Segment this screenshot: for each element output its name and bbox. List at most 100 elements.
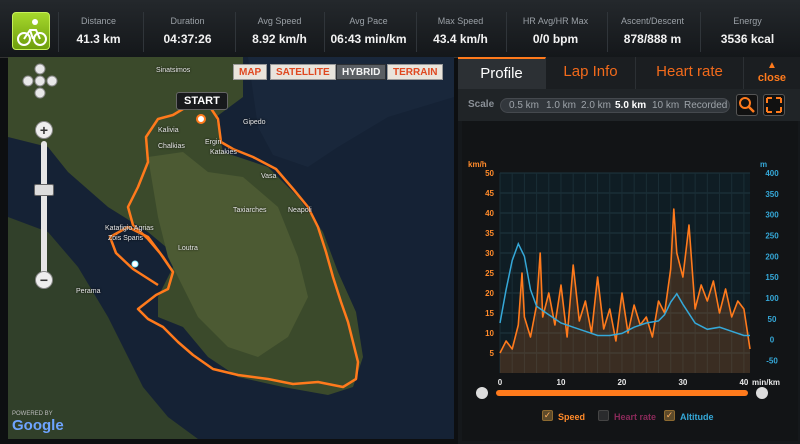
- x-unit: min/km: [752, 378, 780, 387]
- scroll-right-button: [756, 387, 768, 399]
- y-left-tick: 30: [485, 249, 494, 258]
- zoom-out-button[interactable]: −: [35, 271, 53, 289]
- y-right-tick: 400: [765, 169, 779, 178]
- place-label: Zois Sparis: [108, 235, 144, 242]
- panel-tabs: Profile Lap Info Heart rate ▲ close: [458, 57, 800, 89]
- stat-value: 878/888 m: [623, 32, 682, 46]
- y-left-tick: 10: [485, 329, 494, 338]
- zoom-in-button[interactable]: +: [35, 121, 53, 139]
- y-left-tick: 20: [485, 289, 494, 298]
- legend-heart-rate-checkbox[interactable]: ✓: [598, 410, 609, 421]
- stat-label: Duration: [170, 16, 205, 26]
- close-label: close: [757, 72, 787, 84]
- stat-label: Distance: [80, 16, 116, 26]
- y-left-tick: 45: [485, 189, 494, 198]
- x-tick: 40: [739, 378, 748, 387]
- y-right-tick: 150: [765, 273, 779, 282]
- x-tick: 10: [557, 378, 566, 387]
- stat-label: Ascent/Descent: [620, 16, 685, 26]
- place-label: Katafigio Agrias: [105, 225, 154, 232]
- place-label: Ergin: [205, 139, 222, 146]
- map-type-satellite-button[interactable]: SATELLITE: [270, 64, 336, 80]
- chart-legend: ✓ Speed ✓ Heart rate ✓ Altitude: [462, 409, 798, 427]
- scale-label: Scale: [468, 99, 495, 110]
- stat-value: 04:37:26: [163, 32, 212, 46]
- stat-value: 43.4 km/h: [433, 32, 488, 46]
- y-right-tick: 300: [765, 211, 779, 220]
- google-logo: POWERED BY Google: [12, 411, 64, 435]
- stat-value: 0/0 bpm: [532, 32, 579, 46]
- tab-lap-info[interactable]: Lap Info: [546, 57, 636, 89]
- tab-heart-rate[interactable]: Heart rate: [636, 57, 744, 89]
- legend-speed-checkbox[interactable]: ✓: [542, 410, 553, 421]
- stat-label: Avg Speed: [257, 16, 302, 26]
- profile-panel: Profile Lap Info Heart rate ▲ close Scal…: [458, 57, 800, 444]
- magnifier-icon[interactable]: [736, 94, 758, 116]
- y-left-tick: 50: [485, 169, 494, 178]
- tab-profile[interactable]: Profile: [458, 57, 546, 89]
- scroll-left-button: [476, 387, 488, 399]
- stats-bar: Distance 41.3 km Duration 04:37:26 Avg S…: [0, 0, 800, 58]
- place-label: Katakies: [210, 149, 237, 156]
- place-label: Vasa: [261, 173, 277, 180]
- google-wordmark: Google: [12, 417, 64, 434]
- stat-max-speed: Max Speed 43.4 km/h: [416, 12, 504, 52]
- stat-label: Avg Pace: [349, 16, 388, 26]
- stat-duration: Duration 04:37:26: [143, 12, 231, 52]
- stat-energy: Energy 3536 kcal: [700, 12, 794, 52]
- scale-option-2km[interactable]: 2.0 km: [581, 100, 611, 111]
- scale-option-5km[interactable]: 5.0 km: [615, 100, 646, 111]
- y-right-tick: 100: [765, 294, 779, 303]
- y-left-tick: 40: [485, 209, 494, 218]
- y-right-tick: 0: [770, 336, 775, 345]
- close-button[interactable]: ▲ close: [744, 57, 800, 89]
- scale-option-10km[interactable]: 10 km: [652, 100, 679, 111]
- zoom-slider-handle[interactable]: [34, 184, 54, 196]
- stat-distance: Distance 41.3 km: [58, 12, 138, 52]
- y-right-tick: 50: [768, 315, 777, 324]
- y-left-tick: 25: [485, 269, 494, 278]
- cycling-icon: [12, 12, 50, 50]
- profile-chart-svg: km/h m5101520253035404550-500501001502002…: [468, 160, 780, 399]
- profile-chart[interactable]: km/h m 5 10 15 20 25 30 35 40 45 50 -50 0 50 100 150 200 2…: [462, 121, 798, 441]
- stat-value: 06:43 min/km: [330, 32, 407, 46]
- legend-speed: Speed: [558, 412, 586, 422]
- place-label: Chalkias: [158, 143, 185, 150]
- stat-label: Energy: [733, 16, 762, 26]
- scale-option-0-5km[interactable]: 0.5 km: [509, 100, 539, 111]
- legend-altitude-checkbox[interactable]: ✓: [664, 410, 675, 421]
- y-right-tick: -50: [766, 357, 778, 366]
- route-map[interactable]: MAP SATELLITE HYBRID TERRAIN START Sinat…: [8, 57, 454, 439]
- stat-label: HR Avg/HR Max: [522, 16, 589, 26]
- y-right-tick: 250: [765, 232, 779, 241]
- range-scrollbar: [496, 390, 748, 396]
- y-left-tick: 35: [485, 229, 494, 238]
- zoom-slider-track[interactable]: [41, 141, 47, 281]
- stat-avg-pace: Avg Pace 06:43 min/km: [324, 12, 412, 52]
- x-tick: 0: [498, 378, 503, 387]
- expand-icon[interactable]: [763, 94, 785, 116]
- stat-value: 41.3 km: [76, 32, 121, 46]
- scale-selector[interactable]: 0.5 km 1.0 km 2.0 km 5.0 km 10 km Record…: [500, 98, 730, 113]
- stat-ascent-descent: Ascent/Descent 878/888 m: [607, 12, 697, 52]
- stat-avg-speed: Avg Speed 8.92 km/h: [235, 12, 323, 52]
- map-pan-control[interactable]: [22, 63, 58, 99]
- stat-value: 8.92 km/h: [252, 32, 307, 46]
- y-left-tick: 15: [485, 309, 494, 318]
- place-label: Loutra: [178, 245, 198, 252]
- scale-option-1km[interactable]: 1.0 km: [546, 100, 576, 111]
- chevron-up-icon: ▲: [767, 60, 777, 71]
- legend-altitude: Altitude: [680, 412, 714, 422]
- map-type-map-button[interactable]: MAP: [233, 64, 268, 80]
- y-right-tick: 350: [765, 190, 779, 199]
- place-label: Sinatsimos: [156, 67, 191, 74]
- scale-option-recorded[interactable]: Recorded: [684, 100, 727, 111]
- y-right-tick: 200: [765, 252, 779, 261]
- x-tick: 30: [678, 378, 687, 387]
- map-terrain: [8, 57, 454, 439]
- stat-value: 3536 kcal: [720, 32, 775, 46]
- scale-bar: Scale 0.5 km 1.0 km 2.0 km 5.0 km 10 km …: [458, 89, 800, 121]
- map-type-hybrid-button[interactable]: HYBRID: [336, 64, 387, 80]
- place-label: Kalivia: [158, 127, 179, 134]
- map-type-terrain-button[interactable]: TERRAIN: [387, 64, 444, 80]
